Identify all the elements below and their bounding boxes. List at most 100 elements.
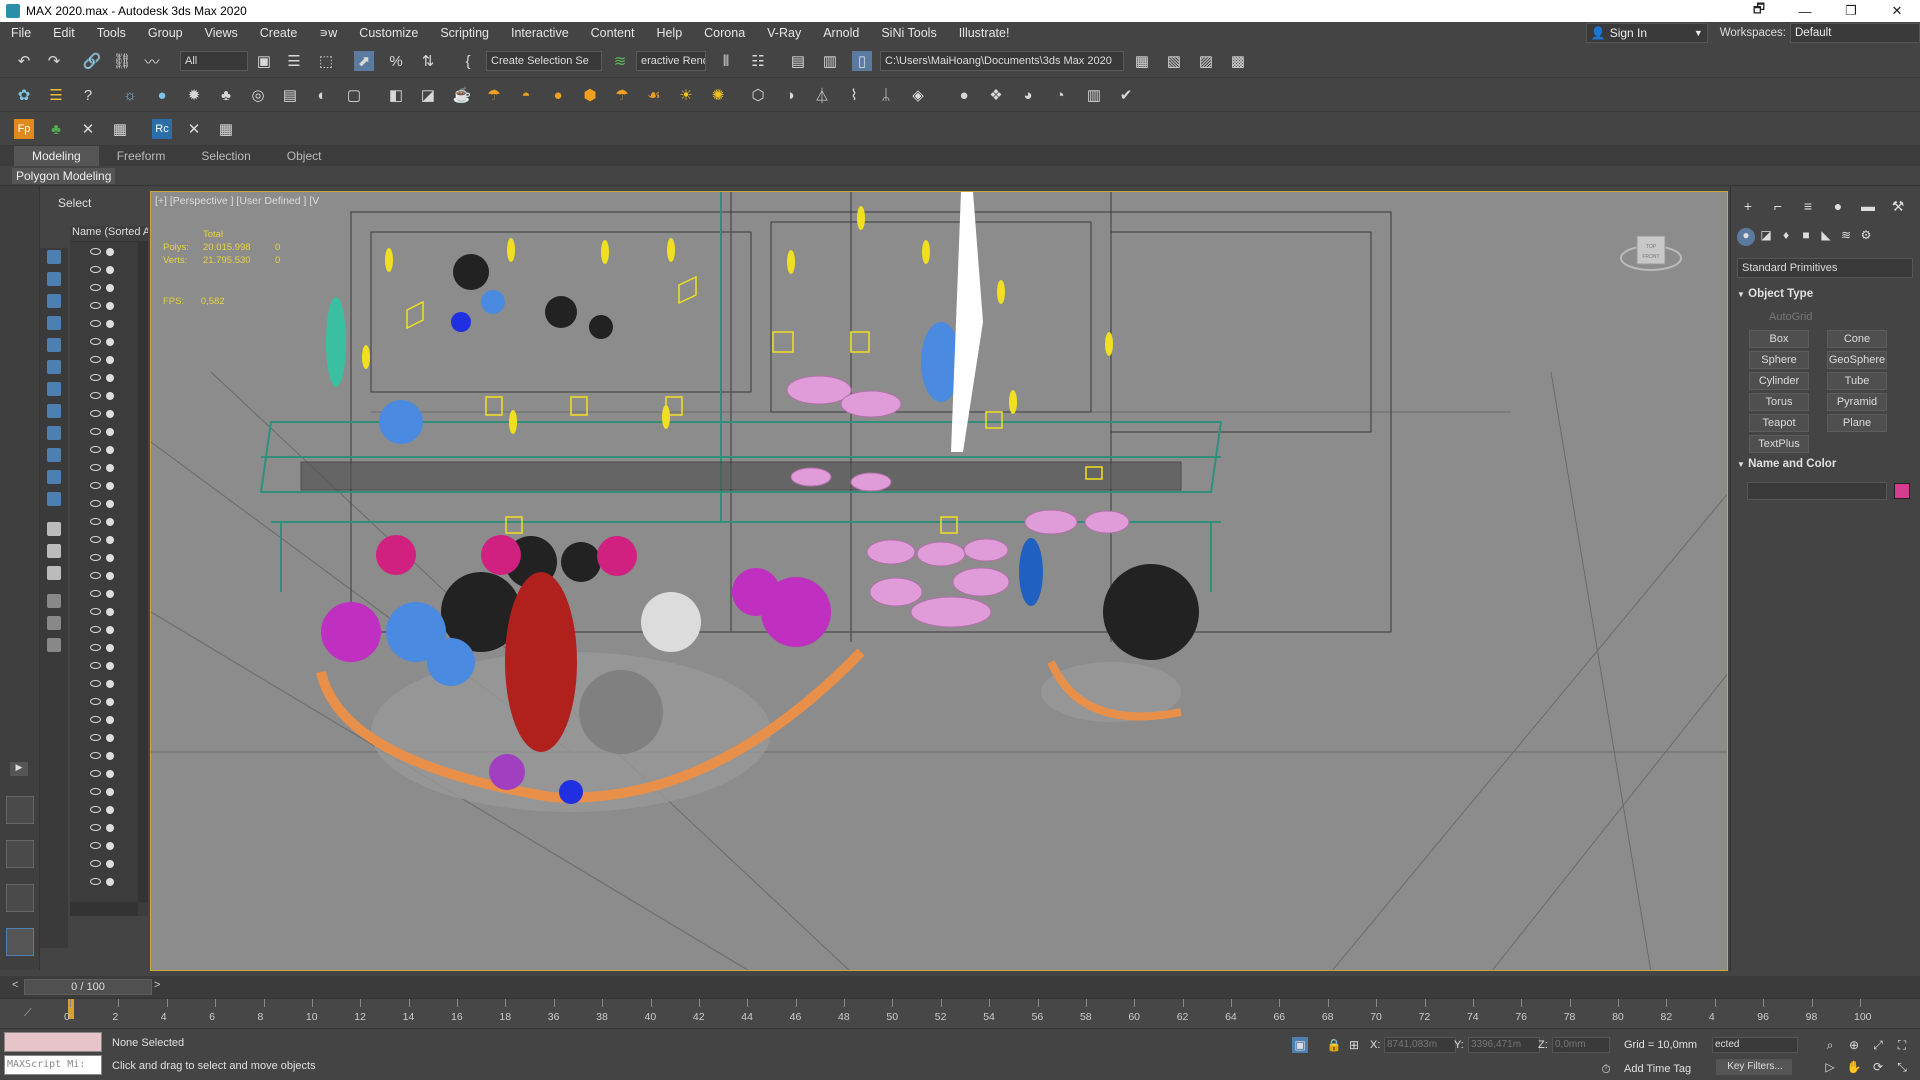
project-create-icon[interactable]: ▨ [1196,51,1216,71]
freeze-dot-icon[interactable] [106,644,114,652]
sign-in-dropdown[interactable]: 👤 Sign In ▼ [1585,23,1708,43]
spacewarps-category-icon[interactable]: ≋ [1837,228,1855,246]
scene-row[interactable] [70,478,148,494]
frame-counter[interactable]: 0 / 100 [24,979,152,995]
forest-tree-icon[interactable]: ♣ [46,119,66,139]
menu-corona[interactable]: Corona [693,22,756,44]
visibility-eye-icon[interactable] [90,770,101,777]
key-filters-button[interactable]: Key Filters... [1716,1059,1792,1075]
prev-frame-icon[interactable]: < [12,979,18,991]
freeze-dot-icon[interactable] [106,878,114,886]
menu-scripting[interactable]: Scripting [429,22,500,44]
scene-row[interactable] [70,316,148,332]
orbit-icon[interactable]: ⟳ [1870,1059,1886,1075]
freeze-dot-icon[interactable] [106,392,114,400]
visibility-eye-icon[interactable] [90,266,101,273]
filter-groups-icon[interactable] [47,382,61,396]
set-key-selected-dropdown[interactable]: ected [1712,1037,1798,1053]
freeze-dot-icon[interactable] [106,356,114,364]
helpers-category-icon[interactable]: ◣ [1817,228,1835,246]
scene-row[interactable] [70,640,148,656]
visibility-eye-icon[interactable] [90,752,101,759]
grass-icon[interactable]: ᛦ [876,85,896,105]
add-time-tag[interactable]: Add Time Tag [1624,1063,1691,1075]
display-references-icon[interactable] [47,544,61,558]
visibility-eye-icon[interactable] [90,716,101,723]
scene-row[interactable] [70,694,148,710]
light-spot-icon[interactable]: ☂ [484,85,504,105]
scene-row[interactable] [70,748,148,764]
scene-folder-icon[interactable] [47,638,61,652]
visibility-eye-icon[interactable] [90,662,101,669]
maxscript-mini-listener[interactable]: MAXScript Mi: [4,1055,102,1075]
list-icon[interactable]: ☰ [46,85,66,105]
filter-bones-icon[interactable] [47,426,61,440]
teapot-button[interactable]: Teapot [1749,414,1809,432]
scene-row[interactable] [70,874,148,890]
menu-create[interactable]: Create [249,22,309,44]
expand-arrow-icon[interactable]: ▶ [10,762,28,776]
scene-row[interactable] [70,244,148,260]
camera-icon[interactable]: ◐ [312,85,332,105]
percent-snap-icon[interactable]: % [386,51,406,71]
sphere-fade-icon[interactable]: ◑ [780,85,800,105]
menu-customize[interactable]: Customize [348,22,429,44]
scene-row[interactable] [70,460,148,476]
plant-icon[interactable]: ✿ [14,85,34,105]
scene-row[interactable] [70,388,148,404]
visibility-eye-icon[interactable] [90,626,101,633]
sphere-icon[interactable]: ◎ [248,85,268,105]
visibility-eye-icon[interactable] [90,536,101,543]
scene-row[interactable] [70,604,148,620]
ribbon-toggle-icon[interactable]: ▯ [852,51,872,71]
freeze-dot-icon[interactable] [106,698,114,706]
visibility-eye-icon[interactable] [90,644,101,651]
zoom-extents-icon[interactable]: ⤢ [1870,1037,1886,1053]
torus-button[interactable]: Torus [1749,393,1809,411]
bulb-icon[interactable]: ● [152,85,172,105]
cylinder-button[interactable]: Cylinder [1749,372,1809,390]
scene-row[interactable] [70,262,148,278]
filter-xrefs-icon[interactable] [47,404,61,418]
visibility-eye-icon[interactable] [90,410,101,417]
project-path-dropdown[interactable]: C:\Users\MaiHoang\Documents\3ds Max 2020 [880,51,1124,71]
render-teapot-icon[interactable]: ☕ [452,85,472,105]
time-slider[interactable]: < 0 / 100 > [0,976,1920,998]
frame-buffer-icon[interactable]: ▤ [280,85,300,105]
freeze-dot-icon[interactable] [106,788,114,796]
scene-row[interactable] [70,514,148,530]
filter-spacewarps-icon[interactable] [47,360,61,374]
freeze-dot-icon[interactable] [106,824,114,832]
perspective-viewport[interactable]: [+] [Perspective ] [User Defined ] [V To… [150,191,1728,971]
visibility-eye-icon[interactable] [90,788,101,795]
visibility-eye-icon[interactable] [90,482,101,489]
visibility-eye-icon[interactable] [90,698,101,705]
viewport-layout-1[interactable] [6,796,34,824]
scene-row[interactable] [70,352,148,368]
visibility-eye-icon[interactable] [90,356,101,363]
freeze-dot-icon[interactable] [106,662,114,670]
minimize-button[interactable]: — [1782,0,1828,22]
filter-funnel-icon[interactable] [47,594,61,608]
cone-button[interactable]: Cone [1827,330,1887,348]
render-setup-icon[interactable]: ≋ [610,51,630,71]
visibility-eye-icon[interactable] [90,554,101,561]
freeze-dot-icon[interactable] [106,680,114,688]
textplus-button[interactable]: TextPlus [1749,435,1809,453]
visibility-eye-icon[interactable] [90,248,101,255]
tab-object[interactable]: Object [269,146,340,166]
name-column-header[interactable]: Name (Sorted A [70,226,148,242]
maximize-button[interactable]: ❐ [1828,0,1874,22]
freeze-dot-icon[interactable] [106,374,114,382]
maxscript-listener[interactable] [4,1032,102,1052]
freeze-dot-icon[interactable] [106,518,114,526]
unlink-icon[interactable]: ⛓ [112,51,132,71]
visibility-eye-icon[interactable] [90,572,101,579]
menu-group[interactable]: Group [137,22,194,44]
menu-help[interactable]: Help [645,22,693,44]
align-icon[interactable]: ☷ [748,51,768,71]
freeze-dot-icon[interactable] [106,266,114,274]
fov-icon[interactable]: ▷ [1822,1059,1838,1075]
visibility-eye-icon[interactable] [90,464,101,471]
decal-icon[interactable]: ◈ [908,85,928,105]
